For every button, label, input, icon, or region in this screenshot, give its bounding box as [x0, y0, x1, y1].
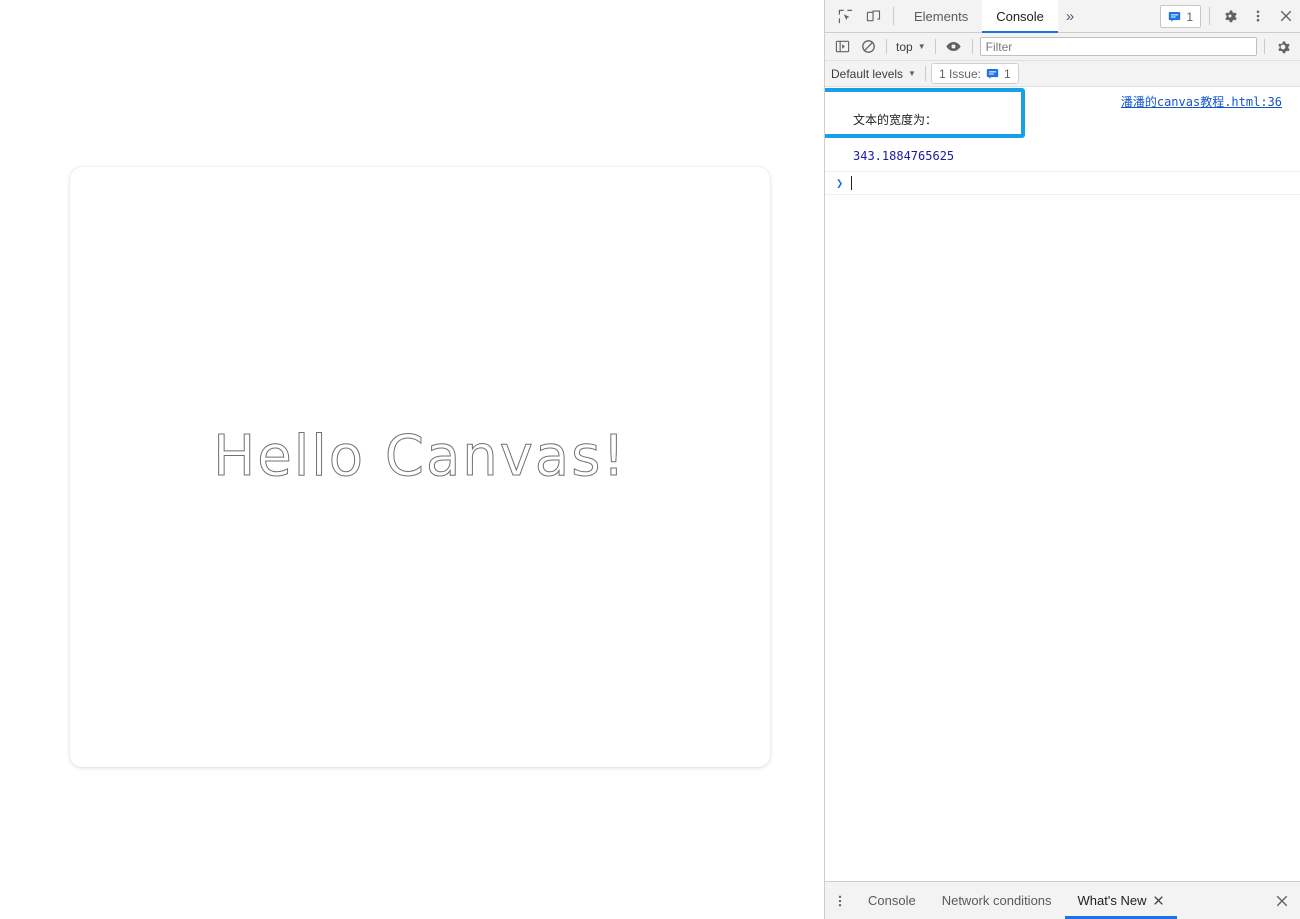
tab-console[interactable]: Console: [982, 0, 1058, 33]
close-icon[interactable]: [1272, 0, 1300, 32]
chevron-down-icon: ▼: [908, 69, 916, 78]
more-tabs-chevron-icon[interactable]: »: [1058, 0, 1082, 32]
issues-message-icon: [1168, 10, 1181, 23]
issues-badge-button[interactable]: 1: [1160, 5, 1201, 28]
chevron-down-icon: ▼: [917, 42, 926, 51]
console-output: 文本的宽度为： 343.1884765625 潘潘的canvas教程.html:…: [825, 87, 1300, 881]
drawer-tab-whats-new[interactable]: What's New: [1064, 882, 1178, 919]
console-toolbar-divider-4: [1264, 39, 1265, 54]
devtools-panel: Elements Console » 1 top ▼ Filter Defaul…: [824, 0, 1300, 919]
live-expression-eye-icon[interactable]: [941, 34, 967, 60]
devtools-tabbar: Elements Console » 1: [825, 0, 1300, 33]
issues-summary-label: 1 Issue:: [938, 66, 981, 81]
drawer-kebab-icon[interactable]: [825, 882, 855, 919]
more-tabs-label: »: [1065, 7, 1075, 25]
issues-count: 1: [1186, 9, 1193, 24]
filter-input[interactable]: [979, 37, 1257, 56]
default-levels-selector[interactable]: Default levels ▼: [831, 67, 920, 81]
canvas-element[interactable]: Hello Canvas!: [70, 167, 770, 767]
issues-summary-count: 1: [1004, 66, 1011, 81]
devtools-drawer-tabbar: Console Network conditions What's New: [825, 881, 1300, 919]
prompt-chevron-icon: ❯: [836, 176, 844, 190]
drawer-tab-network-conditions-label: Network conditions: [941, 893, 1052, 908]
prompt-text-caret: [851, 176, 853, 190]
console-toolbar-divider-1: [886, 39, 887, 54]
tabbar-divider-2: [1209, 7, 1210, 25]
js-context-selector[interactable]: top ▼: [892, 40, 930, 54]
issues-summary-icon: [986, 67, 999, 80]
drawer-tab-console-label: Console: [868, 893, 916, 908]
drawer-spacer: [1177, 882, 1264, 919]
drawer-tab-network-conditions[interactable]: Network conditions: [929, 882, 1065, 919]
canvas-hello-text: Hello Canvas!: [213, 424, 627, 489]
inspect-element-icon[interactable]: [831, 0, 859, 32]
default-levels-label: Default levels: [831, 66, 904, 81]
screen-root: Hello Canvas! Elements Console » 1 top ▼…: [0, 0, 1300, 919]
console-message-line2: 343.1884765625: [853, 149, 955, 163]
js-context-value: top: [896, 39, 913, 54]
tabbar-spacer: [1082, 0, 1160, 32]
console-toolbar-divider-2: [934, 39, 936, 54]
tabbar-divider-1: [893, 7, 894, 25]
gear-icon[interactable]: [1216, 0, 1244, 32]
console-message-row[interactable]: 文本的宽度为： 343.1884765625 潘潘的canvas教程.html:…: [825, 87, 1300, 172]
console-sidebar-icon[interactable]: [829, 34, 855, 60]
web-page-viewport: Hello Canvas!: [0, 0, 824, 919]
console-message-text: 文本的宽度为： 343.1884765625: [853, 93, 954, 165]
kebab-menu-icon[interactable]: [1244, 0, 1272, 32]
console-source-link[interactable]: 潘潘的canvas教程.html:36: [1121, 93, 1290, 111]
console-toolbar: top ▼: [825, 33, 1300, 61]
clear-console-icon[interactable]: [855, 34, 881, 60]
tab-console-label: Console: [996, 8, 1044, 24]
levels-divider: [924, 66, 926, 81]
console-prompt-row[interactable]: ❯: [825, 172, 1300, 195]
device-toolbar-icon[interactable]: [859, 0, 887, 32]
drawer-tab-whats-new-label: What's New: [1077, 893, 1147, 908]
issues-summary-button[interactable]: 1 Issue: 1: [930, 63, 1019, 84]
drawer-tab-console[interactable]: Console: [855, 882, 929, 919]
console-toolbar-divider-3: [971, 39, 973, 54]
console-message-line1: 文本的宽度为：: [853, 113, 938, 127]
tab-elements-label: Elements: [914, 8, 969, 24]
drawer-close-icon[interactable]: [1264, 882, 1300, 919]
drawer-tab-close-icon[interactable]: [1153, 895, 1164, 906]
console-levels-bar: Default levels ▼ 1 Issue: 1: [825, 61, 1300, 87]
tab-elements[interactable]: Elements: [900, 0, 982, 32]
console-settings-gear-icon[interactable]: [1270, 34, 1296, 60]
